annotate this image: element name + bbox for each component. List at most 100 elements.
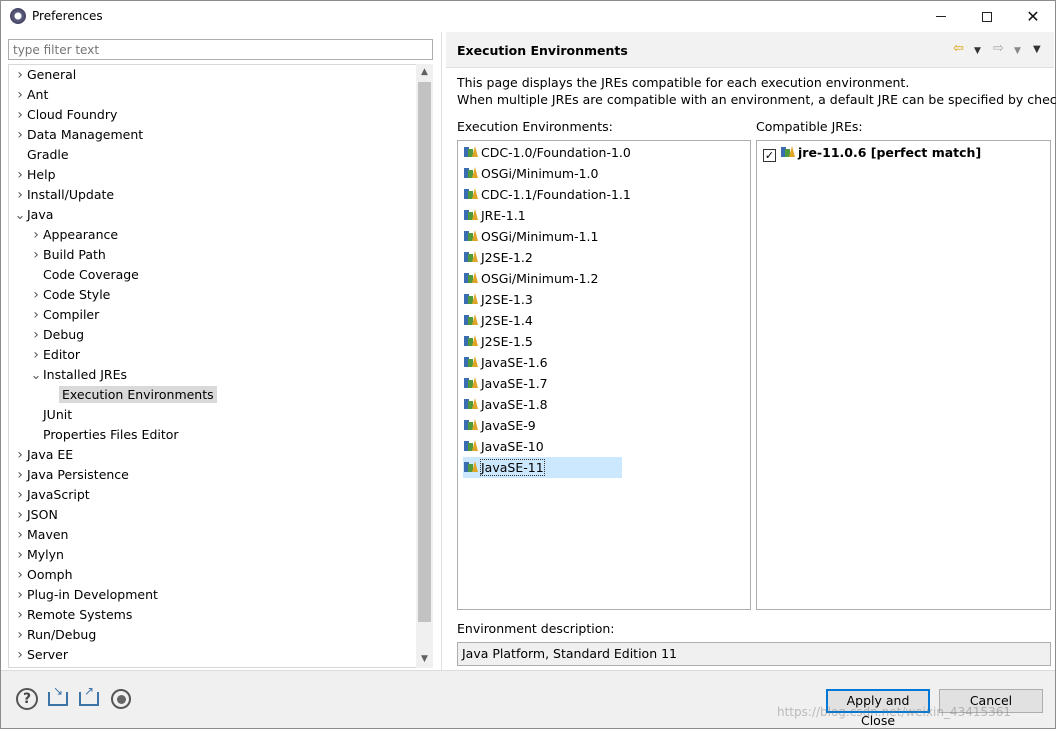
tree-item[interactable]: › Install/Update [13, 185, 114, 205]
filter-input[interactable] [8, 39, 433, 60]
env-description-field[interactable]: Java Platform, Standard Edition 11 [457, 642, 1051, 666]
scrollbar-thumb[interactable] [418, 82, 431, 622]
environment-item[interactable]: CDC-1.0/Foundation-1.0 [463, 142, 631, 163]
tree-item[interactable]: Gradle [13, 145, 69, 165]
chevron-right-icon[interactable]: › [13, 105, 27, 125]
chevron-right-icon[interactable]: › [13, 645, 27, 665]
tree-item-label: Ant [27, 87, 49, 102]
forward-dropdown-icon[interactable]: ▼ [1014, 44, 1021, 58]
tree-item[interactable]: › Data Management [13, 125, 143, 145]
chevron-right-icon[interactable]: › [13, 505, 27, 525]
maximize-button[interactable] [964, 1, 1010, 32]
environment-item[interactable]: J2SE-1.3 [463, 289, 533, 310]
chevron-right-icon[interactable]: › [13, 125, 27, 145]
tree-item[interactable]: › Compiler [29, 305, 99, 325]
chevron-right-icon[interactable]: › [29, 325, 43, 345]
record-icon[interactable] [110, 688, 132, 710]
chevron-right-icon[interactable]: › [13, 585, 27, 605]
environment-item[interactable]: JavaSE-1.7 [463, 373, 548, 394]
close-button[interactable]: ✕ [1010, 1, 1056, 32]
environment-item[interactable]: J2SE-1.2 [463, 247, 533, 268]
chevron-right-icon[interactable]: › [13, 465, 27, 485]
tree-item[interactable]: › Code Style [29, 285, 110, 305]
chevron-right-icon[interactable]: › [13, 545, 27, 565]
tree-item[interactable]: › Ant [13, 85, 48, 105]
environment-item[interactable]: OSGi/Minimum-1.2 [463, 268, 598, 289]
preference-tree[interactable]: › General › Ant › Cloud Foundry › Data Manageme… [8, 64, 433, 668]
chevron-right-icon[interactable]: › [29, 305, 43, 325]
tree-item[interactable]: Execution Environments [45, 385, 217, 405]
tree-item[interactable]: › Run/Debug [13, 625, 96, 645]
tree-item[interactable]: › General [13, 65, 76, 85]
back-arrow-icon[interactable]: ⇦ [953, 42, 964, 56]
scroll-down-icon[interactable]: ▼ [416, 651, 433, 668]
tree-item[interactable]: › JSON [13, 505, 58, 525]
tree-item[interactable]: › Cloud Foundry [13, 105, 117, 125]
tree-item[interactable]: › Mylyn [13, 545, 64, 565]
environment-item[interactable]: CDC-1.1/Foundation-1.1 [463, 184, 631, 205]
environment-label: JRE-1.1 [481, 208, 526, 223]
chevron-right-icon[interactable]: › [13, 625, 27, 645]
tree-item[interactable]: Properties Files Editor [29, 425, 179, 445]
tree-item[interactable]: › Server [13, 645, 68, 665]
tree-item[interactable]: › Editor [29, 345, 80, 365]
environment-item[interactable]: JavaSE-11 [463, 457, 622, 478]
tree-item[interactable]: › Oomph [13, 565, 72, 585]
forward-arrow-icon[interactable]: ⇨ [993, 42, 1004, 56]
tree-item[interactable]: ⌄ Java [13, 205, 54, 226]
chevron-right-icon[interactable]: › [13, 65, 27, 85]
minimize-button[interactable] [918, 1, 964, 32]
environment-item[interactable]: OSGi/Minimum-1.0 [463, 163, 598, 184]
chevron-right-icon[interactable]: › [29, 245, 43, 265]
chevron-right-icon[interactable]: › [29, 285, 43, 305]
environment-item[interactable]: JavaSE-10 [463, 436, 544, 457]
chevron-right-icon[interactable]: › [13, 85, 27, 105]
chevron-right-icon[interactable]: › [13, 565, 27, 585]
pane-divider[interactable] [441, 32, 442, 670]
environment-item[interactable]: JavaSE-1.6 [463, 352, 548, 373]
back-dropdown-icon[interactable]: ▼ [974, 44, 981, 58]
tree-item[interactable]: › Help [13, 165, 55, 185]
environment-item[interactable]: JRE-1.1 [463, 205, 526, 226]
tree-item[interactable]: Code Coverage [29, 265, 139, 285]
tree-item[interactable]: › Java EE [13, 445, 73, 465]
chevron-right-icon[interactable]: › [13, 605, 27, 625]
import-icon[interactable]: ↘ [47, 684, 69, 710]
view-menu-icon[interactable]: ▼ [1033, 43, 1041, 57]
jre-checkbox[interactable]: ✓ [763, 149, 776, 162]
environment-item[interactable]: J2SE-1.4 [463, 310, 533, 331]
tree-item[interactable]: › Appearance [29, 225, 118, 245]
tree-item-label: Mylyn [27, 547, 64, 562]
environment-item[interactable]: JavaSE-9 [463, 415, 536, 436]
scroll-up-icon[interactable]: ▲ [416, 64, 433, 81]
export-icon[interactable]: ↗ [78, 684, 100, 710]
chevron-right-icon[interactable]: › [29, 225, 43, 245]
tree-item[interactable]: › JavaScript [13, 485, 89, 505]
chevron-right-icon[interactable]: › [29, 345, 43, 365]
chevron-right-icon[interactable]: › [13, 165, 27, 185]
tree-item[interactable]: ⌄ Installed JREs [29, 365, 127, 385]
environment-item[interactable]: JavaSE-1.8 [463, 394, 548, 415]
tree-item[interactable]: JUnit [29, 405, 72, 425]
title-bar[interactable]: Preferences ✕ [1, 1, 1055, 32]
tree-item[interactable]: › Build Path [29, 245, 106, 265]
chevron-down-icon[interactable]: ⌄ [13, 206, 27, 226]
help-icon[interactable]: ? [16, 688, 38, 710]
chevron-right-icon[interactable]: › [13, 185, 27, 205]
chevron-right-icon[interactable]: › [13, 445, 27, 465]
compatible-jres-list[interactable]: ✓ jre-11.0.6 [perfect match] [756, 140, 1051, 610]
tree-item[interactable]: › Debug [29, 325, 84, 345]
compatible-jre-row[interactable]: ✓ jre-11.0.6 [perfect match] [763, 144, 981, 162]
tree-item-label: JUnit [43, 407, 73, 422]
tree-item[interactable]: › Java Persistence [13, 465, 129, 485]
tree-scrollbar[interactable]: ▲ ▼ [416, 64, 433, 668]
chevron-right-icon[interactable]: › [13, 485, 27, 505]
chevron-right-icon[interactable]: › [13, 525, 27, 545]
environments-list[interactable]: CDC-1.0/Foundation-1.0 OSGi/Minimum-1.0 CD… [457, 140, 751, 610]
tree-item[interactable]: › Remote Systems [13, 605, 132, 625]
tree-item[interactable]: › Maven [13, 525, 68, 545]
tree-item[interactable]: › Plug-in Development [13, 585, 158, 605]
environment-item[interactable]: J2SE-1.5 [463, 331, 533, 352]
environment-item[interactable]: OSGi/Minimum-1.1 [463, 226, 598, 247]
chevron-down-icon[interactable]: ⌄ [29, 366, 43, 386]
